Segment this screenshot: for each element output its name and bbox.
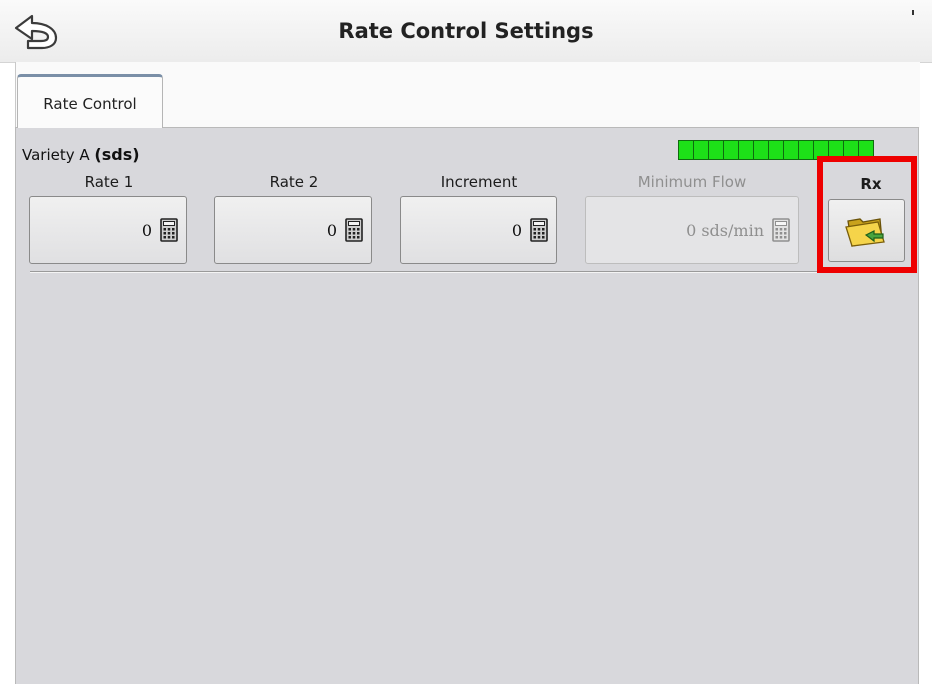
increment-button[interactable]: 0 <box>400 196 557 264</box>
minimum-flow-value: 0 sds/min <box>686 220 764 240</box>
meter-segment <box>738 140 754 160</box>
rx-highlight-box <box>817 156 917 273</box>
rate1-button[interactable]: 0 <box>29 196 187 264</box>
meter-segment <box>753 140 769 160</box>
product-name: Variety A (sds) <box>22 145 140 164</box>
meter-segment <box>678 140 694 160</box>
increment-label: Increment <box>440 173 518 191</box>
rate2-value: 0 <box>326 220 337 240</box>
rate1-label: Rate 1 <box>84 173 134 191</box>
meter-segment <box>708 140 724 160</box>
calculator-icon <box>160 218 178 242</box>
variety-unit: (sds) <box>94 145 140 164</box>
section-divider <box>30 271 905 273</box>
title-bar: Rate Control Settings <box>0 0 932 63</box>
rate2-label: Rate 2 <box>269 173 319 191</box>
rate2-button[interactable]: 0 <box>214 196 372 264</box>
meter-segment <box>768 140 784 160</box>
calculator-icon <box>345 218 363 242</box>
tab-rate-control[interactable]: Rate Control <box>17 74 163 128</box>
calculator-icon <box>530 218 548 242</box>
meter-segment <box>783 140 799 160</box>
meter-segment <box>693 140 709 160</box>
meter-segment <box>723 140 739 160</box>
minimum-flow-label: Minimum Flow <box>637 173 747 191</box>
corner-tick <box>912 10 914 15</box>
minimum-flow-button: 0 sds/min <box>585 196 799 264</box>
variety-name: Variety A <box>22 146 90 164</box>
rate1-value: 0 <box>141 220 152 240</box>
calculator-icon <box>772 218 790 242</box>
meter-segment <box>798 140 814 160</box>
increment-value: 0 <box>511 220 522 240</box>
page-title: Rate Control Settings <box>338 19 594 43</box>
